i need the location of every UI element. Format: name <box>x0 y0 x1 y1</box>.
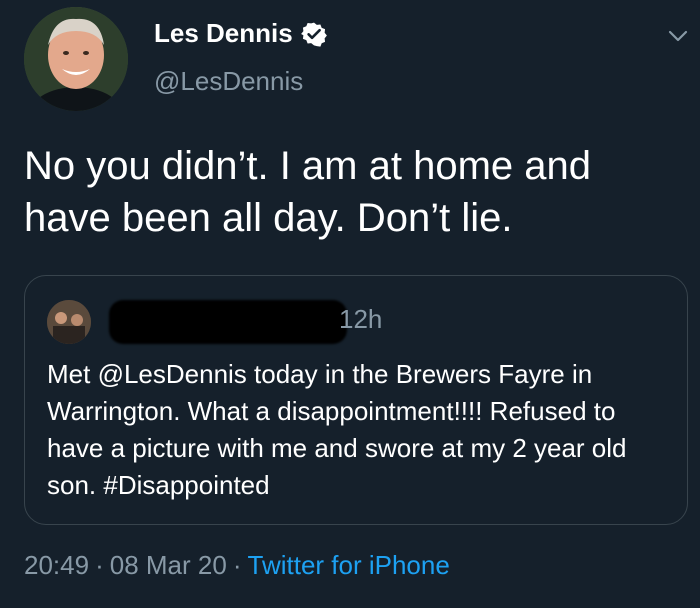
avatar-photo <box>24 7 128 111</box>
tweet-source-link[interactable]: Twitter for iPhone <box>248 550 450 581</box>
quoted-tweet-time: 12h <box>339 304 383 334</box>
quoted-author-avatar <box>47 300 91 344</box>
footer-separator: · <box>232 550 242 580</box>
footer-separator: · <box>95 550 104 580</box>
author-avatar[interactable] <box>24 7 128 111</box>
tweet-time: 20:49 <box>24 550 90 580</box>
author-handle[interactable]: @LesDennis <box>154 66 303 97</box>
verified-badge-icon <box>300 21 327 47</box>
quoted-tweet-card[interactable]: 12h Met @LesDennis today in the Brewers … <box>24 275 688 525</box>
tweet-footer: 20:49 · 08 Mar 20 · Twitter for iPhone <box>24 550 450 581</box>
author-name-row[interactable]: Les Dennis <box>154 18 327 49</box>
tweet-date: 08 Mar 20 <box>109 550 227 580</box>
quoted-tweet-text: Met @LesDennis today in the Brewers Fayr… <box>47 359 627 500</box>
redacted-quoted-author <box>109 300 347 344</box>
author-display-name[interactable]: Les Dennis <box>154 18 293 49</box>
tweet-text: No you didn’t. I am at home and have bee… <box>24 144 591 240</box>
chevron-down-icon[interactable] <box>666 24 690 48</box>
